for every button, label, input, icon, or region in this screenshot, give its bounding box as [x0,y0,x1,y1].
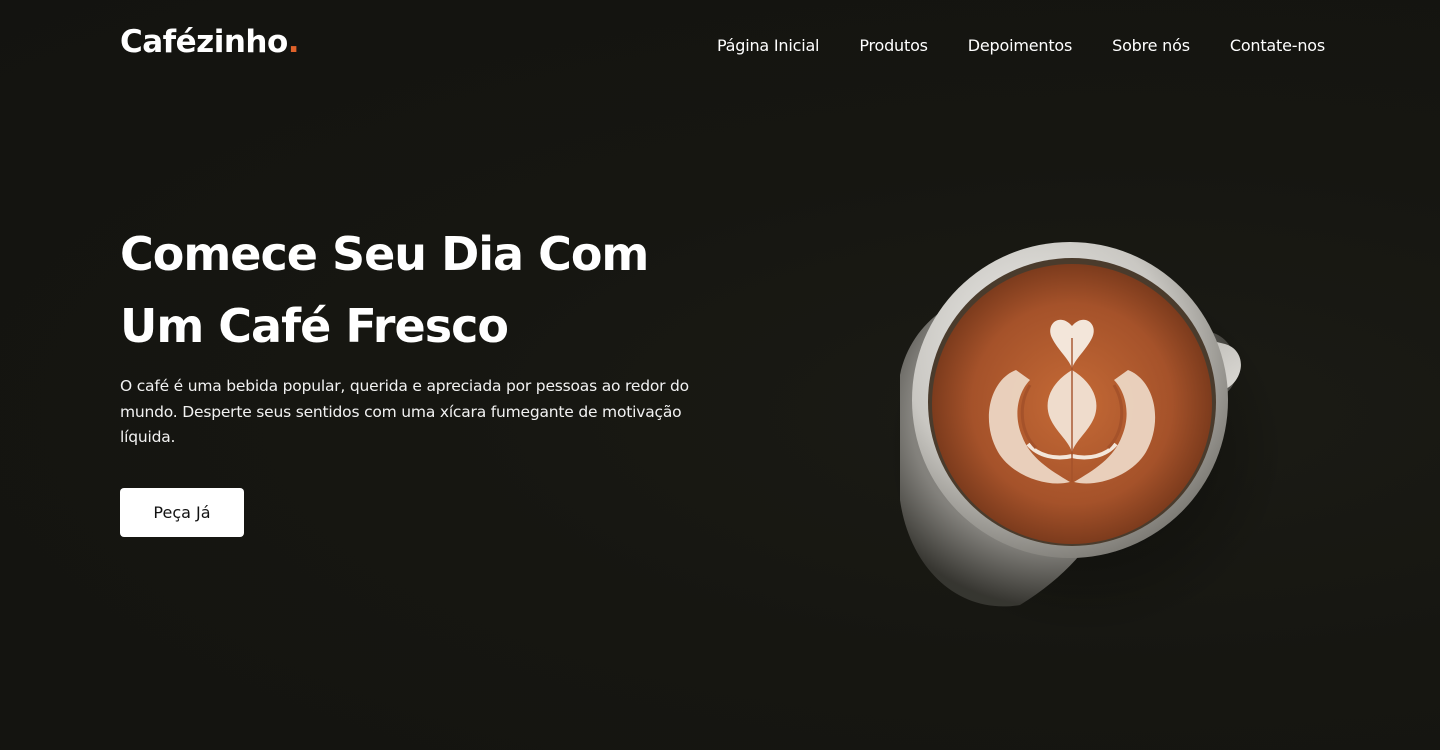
brand-name: Cafézinho [120,24,288,60]
site-header: Cafézinho. Página Inicial Produtos Depoi… [0,0,1440,92]
hero-title-line-1: Comece Seu Dia Com [120,227,649,281]
nav-link-testimonials[interactable]: Depoimentos [968,36,1073,55]
brand-dot: . [287,24,300,60]
brand-logo[interactable]: Cafézinho. [120,24,300,60]
main-nav: Página Inicial Produtos Depoimentos Sobr… [717,36,1325,55]
coffee-cup-image [880,220,1360,640]
order-now-button[interactable]: Peça Já [120,488,244,537]
nav-link-home[interactable]: Página Inicial [717,36,820,55]
nav-link-about[interactable]: Sobre nós [1112,36,1190,55]
nav-link-products[interactable]: Produtos [859,36,928,55]
hero-title-line-2: Um Café Fresco [120,299,509,353]
nav-link-contact[interactable]: Contate-nos [1230,36,1325,55]
hero-title: Comece Seu Dia Com Um Café Fresco [120,218,760,362]
hero-description: O café é uma bebida popular, querida e a… [120,377,689,446]
